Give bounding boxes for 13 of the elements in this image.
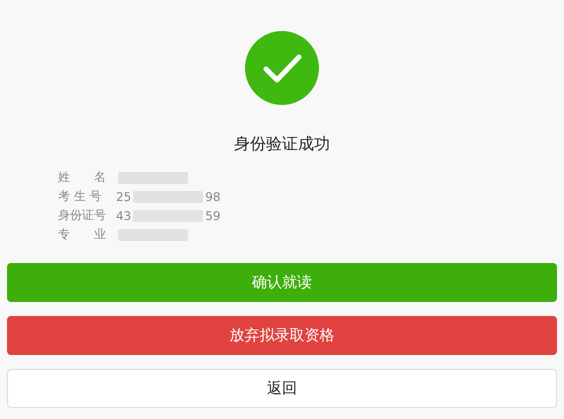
info-value: 43 <box>116 208 132 222</box>
info-value: 25 <box>116 190 132 204</box>
decline-button[interactable]: 放弃拟录取资格 <box>7 316 557 355</box>
info-label: 姓 名 <box>58 169 107 186</box>
back-button[interactable]: 返回 <box>7 369 557 408</box>
success-check-icon <box>245 31 319 105</box>
info-label: 专 业 <box>58 226 107 243</box>
info-label: 考 生 号 <box>58 188 103 205</box>
info-value: 59 <box>205 208 221 222</box>
confirm-button[interactable]: 确认就读 <box>7 263 557 302</box>
info-label: 身份证号 <box>58 207 107 224</box>
result-title: 身份验证成功 <box>234 134 330 154</box>
info-value: 98 <box>205 190 221 204</box>
